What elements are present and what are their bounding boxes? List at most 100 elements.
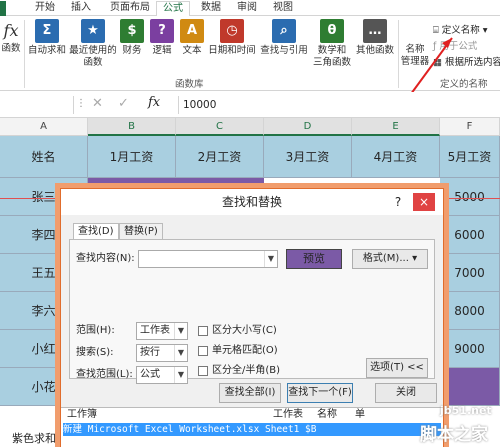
finance-book-icon: $	[120, 19, 144, 43]
tab-view[interactable]: 视图	[268, 1, 298, 16]
more-functions-label: 其他函数	[355, 45, 394, 56]
date-time-button[interactable]: ◷ 日期和时间	[206, 19, 258, 57]
math-book-icon: θ	[320, 19, 344, 43]
name-box-dropdown-icon[interactable]: ⋮	[76, 98, 86, 109]
may-salary-cell[interactable]: 6000	[440, 216, 500, 254]
dialog-title: 查找和替换	[61, 189, 443, 215]
column-header-b[interactable]: B	[88, 118, 176, 136]
format-button-label: 格式(M)...	[362, 253, 409, 264]
math-trig-button[interactable]: θ 数学和 三角函数	[310, 19, 354, 69]
results-header-sheet[interactable]: 工作表	[273, 409, 303, 421]
scope-label: 范围(H):	[76, 325, 115, 336]
match-case-checkbox[interactable]	[198, 326, 208, 336]
name-box[interactable]	[0, 96, 74, 114]
find-next-button[interactable]: 查找下一个(F)	[287, 383, 353, 403]
header-cell-mar[interactable]: 3月工资	[264, 136, 352, 178]
match-width-checkbox[interactable]	[198, 366, 208, 376]
tab-replace[interactable]: 替换(P)	[119, 223, 163, 240]
chevron-down-icon[interactable]: ▼	[174, 323, 187, 339]
financial-button[interactable]: $ 财务	[118, 19, 146, 57]
may-salary-cell[interactable]: 7000	[440, 254, 500, 292]
column-header-a[interactable]: A	[0, 118, 88, 136]
clock-book-icon: ◷	[220, 19, 244, 43]
lookup-reference-label: 查找与引用	[260, 45, 308, 56]
results-header-workbook[interactable]: 工作簿	[67, 409, 97, 421]
column-header-c[interactable]: C	[176, 118, 264, 136]
results-header-cell[interactable]: 单	[355, 409, 365, 421]
math-trig-label: 数学和	[317, 45, 347, 56]
chevron-down-icon[interactable]: ▼	[174, 345, 187, 361]
search-order-select[interactable]: 按行 ▼	[136, 344, 188, 362]
autosum-label: 自动求和	[27, 45, 66, 56]
more-functions-button[interactable]: … 其他函数	[354, 19, 396, 57]
match-entire-cell-checkbox[interactable]	[198, 346, 208, 356]
header-cell-name[interactable]: 姓名	[0, 136, 88, 178]
tab-data[interactable]: 数据	[196, 1, 226, 16]
tab-page-layout[interactable]: 页面布局	[104, 1, 156, 16]
format-button[interactable]: 格式(M)... ▾	[352, 249, 428, 269]
may-salary-cell[interactable]	[440, 368, 500, 406]
tab-formulas[interactable]: 公式	[156, 1, 190, 16]
chevron-down-icon[interactable]: ▼	[174, 367, 187, 383]
scope-select[interactable]: 工作表 ▼	[136, 322, 188, 340]
may-salary-cell[interactable]: 8000	[440, 292, 500, 330]
ribbon-separator	[24, 20, 25, 88]
purple-highlight-cell	[88, 178, 264, 188]
financial-label: 财务	[122, 45, 142, 56]
ribbon-tab-bar: 开始 插入 页面布局 公式 数据 审阅 视图	[0, 0, 500, 16]
options-button[interactable]: 选项(T) <<	[366, 358, 428, 378]
insert-function-icon[interactable]: fx	[148, 95, 160, 110]
confirm-entry-icon[interactable]: ✓	[118, 96, 129, 111]
find-tab-panel: 查找内容(N): ▼ 预览 格式(M)... ▾ 范围(H): 工作表 ▼ 搜索…	[69, 239, 435, 384]
find-what-label: 查找内容(N):	[76, 253, 135, 264]
ribbon-formulas: fx 函数 Σ 自动求和 ★ 最近使用的 函数 $ 财务 ? 逻辑 A 文本 ◷…	[0, 16, 500, 99]
header-cell-apr[interactable]: 4月工资	[352, 136, 440, 178]
recent-functions-button[interactable]: ★ 最近使用的 函数	[68, 19, 118, 69]
tab-find[interactable]: 查找(D)	[73, 223, 119, 240]
date-time-label: 日期和时间	[208, 45, 256, 56]
match-width-label: 区分全/半角(B)	[212, 365, 281, 376]
result-row[interactable]: 新建 Microsoft Excel Worksheet.xlsx Sheet1…	[63, 423, 441, 436]
find-what-input[interactable]: ▼	[138, 250, 278, 268]
formula-input[interactable]: 10000	[178, 96, 500, 114]
chevron-down-icon[interactable]: ▼	[264, 251, 277, 267]
column-header-d[interactable]: D	[264, 118, 352, 136]
column-header-f[interactable]: F	[440, 118, 500, 136]
header-cell-jan[interactable]: 1月工资	[88, 136, 176, 178]
text-button[interactable]: A 文本	[178, 19, 206, 57]
may-salary-cell[interactable]: 5000	[440, 178, 500, 216]
match-entire-cell-label: 单元格匹配(O)	[212, 345, 278, 356]
close-icon[interactable]: ×	[413, 193, 435, 211]
tab-insert[interactable]: 插入	[66, 1, 96, 16]
look-in-select[interactable]: 公式 ▼	[136, 366, 188, 384]
column-header-e[interactable]: E	[352, 118, 440, 136]
header-cell-feb[interactable]: 2月工资	[176, 136, 264, 178]
help-button[interactable]: ?	[387, 193, 409, 211]
insert-function-button[interactable]: fx 函数	[0, 19, 22, 55]
more-functions-icon: …	[363, 19, 387, 43]
find-all-button[interactable]: 查找全部(I)	[219, 383, 281, 403]
close-button[interactable]: 关闭	[375, 383, 437, 403]
lookup-reference-button[interactable]: ⌕ 查找与引用	[258, 19, 310, 57]
watermark-logo-text: 脚本之家	[420, 425, 488, 445]
fx-icon: fx	[3, 21, 19, 40]
file-tab-edge[interactable]	[0, 1, 6, 16]
look-in-value: 公式	[140, 369, 160, 380]
cancel-entry-icon[interactable]: ✕	[92, 96, 103, 111]
look-in-label: 查找范围(L):	[76, 369, 133, 380]
ribbon-separator	[398, 20, 399, 88]
logical-button[interactable]: ? 逻辑	[148, 19, 176, 57]
scope-value: 工作表	[140, 325, 170, 336]
results-list[interactable]: 工作簿 工作表 名称 单 新建 Microsoft Excel Workshee…	[61, 407, 443, 447]
results-header-name[interactable]: 名称	[317, 409, 337, 421]
function-library-group-label: 函数库	[175, 79, 204, 90]
formula-bar: ⋮ ✕ ✓ fx 10000	[0, 92, 500, 118]
tab-home[interactable]: 开始	[30, 1, 60, 16]
may-salary-cell[interactable]: 9000	[440, 330, 500, 368]
header-cell-may[interactable]: 5月工资	[440, 136, 500, 178]
chevron-down-icon: ▾	[412, 253, 418, 264]
chevron-down-icon: ▾	[482, 25, 488, 36]
autosum-button[interactable]: Σ 自动求和	[26, 19, 68, 57]
tab-review[interactable]: 审阅	[232, 1, 262, 16]
format-preview: 预览	[286, 249, 342, 269]
